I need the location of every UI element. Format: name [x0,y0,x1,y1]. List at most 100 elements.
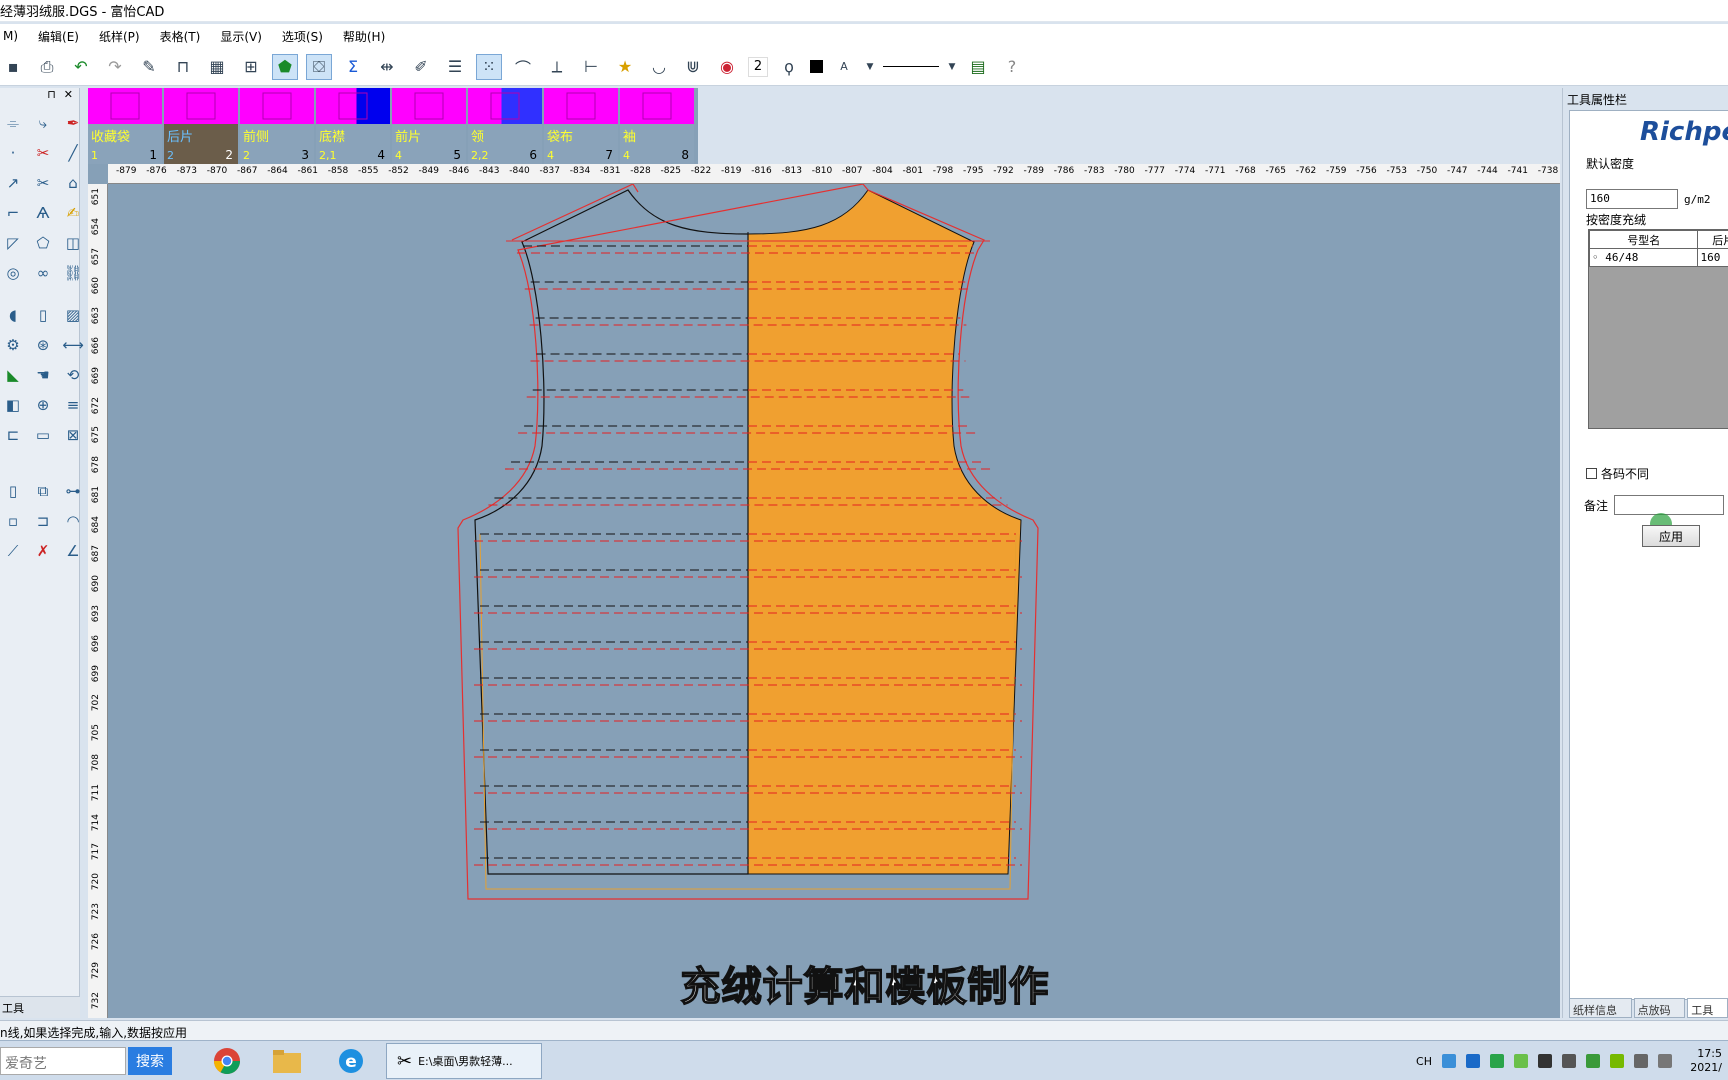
qq-icon[interactable] [1538,1054,1552,1068]
close-icon[interactable]: ✕ [64,88,73,102]
update-icon[interactable] [1586,1054,1600,1068]
cross-icon[interactable]: ↗ [0,170,26,196]
density-table[interactable]: 号型名 后片 ◦ 46/48 160 [1588,229,1728,429]
button-icon[interactable]: ⊛ [30,332,56,358]
shape-icon[interactable]: ◸ [0,230,26,256]
piece-thumb-8[interactable]: 袖 4 8 [620,88,694,164]
brush-icon[interactable]: ✐ [408,54,434,80]
pen-icon[interactable]: ✒ [60,110,86,136]
save-icon[interactable]: ▪ [0,54,26,80]
merge-icon[interactable]: ⊶ [60,478,86,504]
different-sizes-checkbox[interactable] [1586,468,1597,479]
layout-icon[interactable]: ⊏ [0,422,26,448]
pin-tool-icon[interactable]: ✗ [30,538,56,564]
sum-icon[interactable]: Σ [340,54,366,80]
paint-icon[interactable]: ✍ [60,200,86,226]
ruler-icon[interactable]: ⊢ [578,54,604,80]
curve-icon[interactable]: ⌒ [510,54,536,80]
taskbar-search-button[interactable]: 搜索 [128,1047,172,1075]
fold-icon[interactable]: ⋓ [680,54,706,80]
menu-item-pattern[interactable]: 纸样(P) [96,26,143,47]
taskbar-app-richpeace[interactable]: ✂ E:\桌面\男款轻薄... [386,1043,542,1079]
piece-thumb-6[interactable]: 领 2,2 6 [468,88,542,164]
line-tool-icon[interactable]: ╱ [60,140,86,166]
fill-icon[interactable]: ◣ [0,362,26,388]
dropdown-arrow-icon[interactable]: ▼ [865,54,875,80]
copy-icon[interactable]: ⧉ [30,478,56,504]
piece-thumb-4[interactable]: 底襟 2,1 4 [316,88,390,164]
pen-number[interactable]: 2 [748,56,768,77]
help-icon[interactable]: ? [999,54,1025,80]
dart-icon[interactable]: ⌐ [0,200,26,226]
tab-grade-table[interactable]: 点放码表 [1633,998,1686,1033]
piece-thumb-3[interactable]: 前侧 2 3 [240,88,314,164]
fan-icon[interactable]: ◫ [60,230,86,256]
bend-icon[interactable]: ◡ [646,54,672,80]
monitor-icon[interactable] [1442,1054,1456,1068]
cut-table-icon[interactable]: ⊓ [170,54,196,80]
menu-item-help[interactable]: 帮助(H) [340,26,388,47]
ie-browser-icon[interactable]: e [334,1045,368,1077]
rotate-shape-icon[interactable]: ⬠ [30,230,56,256]
taskbar-search-input[interactable]: 爱奇艺 [0,1047,126,1075]
menu-item-options[interactable]: 选项(S) [279,26,326,47]
fill-bucket-icon[interactable]: ⛋ [306,53,332,80]
apply-button[interactable]: 应用 [1642,525,1700,547]
piece-thumb-7[interactable]: 袋布 4 7 [544,88,618,164]
network-icon[interactable] [1634,1054,1648,1068]
blank-icon[interactable]: ▫ [0,508,26,534]
tab-tool-properties[interactable]: 工具属 [1687,998,1728,1033]
pattern-piece-layer[interactable] [108,184,1560,1018]
bulb-icon[interactable]: ϙ [776,54,802,80]
angle-icon[interactable]: ∠ [60,538,86,564]
language-indicator[interactable]: CH [1416,1055,1432,1068]
puzzle-icon[interactable]: ◧ [0,392,26,418]
grade-icon[interactable]: ⊠ [60,422,86,448]
scatter-icon[interactable]: ⁙ [476,53,502,80]
text-tool-icon[interactable]: A [831,54,857,80]
link-icon[interactable]: ∞ [30,260,56,286]
different-sizes-checkbox-row[interactable]: 各码不同 [1586,465,1649,482]
stripe-icon[interactable]: ▨ [60,302,86,328]
cut-line-icon[interactable]: ✂ [30,140,56,166]
hand-icon[interactable]: ☚ [30,362,56,388]
menu-item-view[interactable]: 显示(V) [217,26,265,47]
boot-icon[interactable]: ◖ [0,302,26,328]
table-cell-density[interactable]: 160 [1697,248,1728,267]
folder-icon[interactable] [270,1045,304,1077]
menu-item-table[interactable]: 表格(T) [157,26,204,47]
pin-icon[interactable]: ⊓ [47,88,56,102]
eraser-icon[interactable]: ✎ [136,54,162,80]
palette-tab[interactable]: 工具 [0,996,80,1018]
menu-item-edit[interactable]: 编辑(E) [35,26,82,47]
menu-item-file[interactable]: M) [0,27,21,45]
wechat-icon[interactable] [1514,1054,1528,1068]
measure-icon[interactable]: ⟂ [544,54,570,80]
compass-icon[interactable]: Ѧ [30,200,56,226]
scissors-icon[interactable]: ✂ [30,170,56,196]
gear-icon[interactable]: ⚙ [0,332,26,358]
page-icon[interactable]: ▯ [0,478,26,504]
window-grid-icon[interactable]: ⊞ [238,54,264,80]
chain-icon[interactable]: ⛓ [60,260,86,286]
volume-icon[interactable] [1658,1054,1672,1068]
piece-thumb-5[interactable]: 前片 4 5 [392,88,466,164]
film-icon[interactable]: ▤ [965,54,991,80]
piece-thumb-1[interactable]: 收藏袋 1 1 [88,88,162,164]
adjust-tool-icon[interactable]: ⤷ [30,110,56,136]
line-style-select[interactable] [883,66,939,67]
print-icon[interactable]: ⎙ [34,54,60,80]
tool-tray-icon[interactable] [1562,1054,1576,1068]
measure-bar-icon[interactable]: ⟷ [60,332,86,358]
dropdown-arrow-icon[interactable]: ▼ [947,54,957,80]
smart-pen-icon[interactable]: ⌯ [0,110,26,136]
color-swatch[interactable] [810,60,823,73]
rotate-icon[interactable]: ⟲ [60,362,86,388]
ruler-tool-icon[interactable]: ▭ [30,422,56,448]
comb-icon[interactable]: ≡ [60,392,86,418]
table-row[interactable]: ◦ 46/48 160 [1588,248,1728,267]
knife-icon[interactable]: ⟋ [0,538,26,564]
point-tool-icon[interactable]: · [0,140,26,166]
drawing-canvas[interactable]: -879 -876 -873 -870 -867 -864 -861 -858 -855 -852… [88,164,1560,1018]
bluetooth-icon[interactable] [1466,1054,1480,1068]
